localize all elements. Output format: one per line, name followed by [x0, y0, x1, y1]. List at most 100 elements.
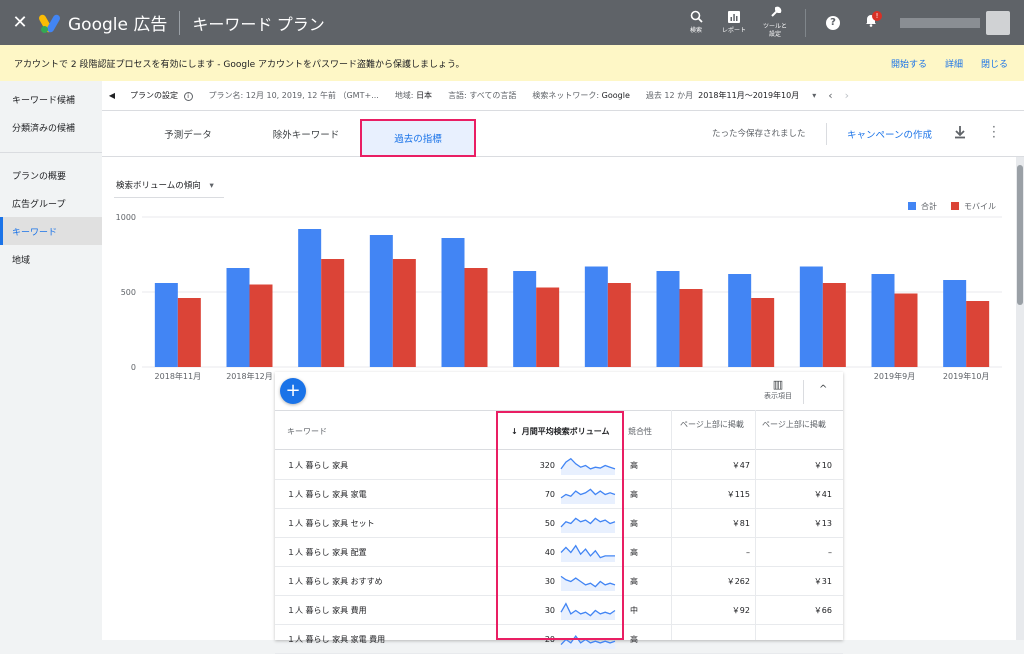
keyword-cell: １人 暮らし 家具 セット: [287, 519, 375, 528]
competition-cell: 中: [630, 606, 638, 615]
bid-low-cell: ￥262: [726, 577, 750, 586]
tools-label-2: 設定: [768, 31, 781, 38]
competition-cell: 高: [630, 461, 638, 470]
region-label: 地域:: [394, 91, 414, 100]
notice-details-link[interactable]: 詳細: [945, 57, 963, 70]
more-vert-icon[interactable]: · · ·: [992, 121, 996, 143]
search-icon: [677, 10, 715, 27]
table-header: キーワード ↓ 月間平均検索ボリューム 競合性 ページ上部に掲載 ページ上部に掲…: [275, 410, 843, 450]
header-top-bid-high[interactable]: ページ上部に掲載: [762, 411, 843, 451]
scrollbar-thumb[interactable]: [1017, 165, 1023, 305]
columns-button-label: 表示項目: [764, 392, 792, 400]
tools-settings[interactable]: ツールと 設定: [753, 6, 797, 39]
x-tick-label: 2018年12月: [226, 371, 273, 381]
region-setting[interactable]: 地域: 日本: [387, 90, 440, 101]
bar-mobile: [536, 287, 560, 367]
trend-dropdown-underline: [114, 197, 224, 198]
sparkline-area: [561, 545, 615, 562]
plan-name[interactable]: プラン名: 12月 10, 2019, 12 午前 （GMT+...: [201, 90, 387, 101]
collapse-arrow-icon[interactable]: ◀: [102, 91, 122, 100]
keyword-cell: １人 暮らし 家具: [287, 461, 349, 470]
notice-close-link[interactable]: 閉じる: [981, 57, 1008, 70]
notice-text: アカウントで 2 段階認証プロセスを有効にします - Google アカウントを…: [14, 59, 465, 70]
google-ads-logo[interactable]: Google 広告: [37, 10, 167, 35]
header-competition[interactable]: 競合性: [628, 411, 652, 451]
bar-total: [871, 274, 895, 367]
table-row[interactable]: １人 暮らし 家具 おすすめ 30 高 ￥262 ￥31: [275, 567, 843, 596]
network-setting[interactable]: 検索ネットワーク: Google: [524, 90, 637, 101]
bar-mobile: [751, 298, 775, 367]
close-icon[interactable]: ✕: [0, 12, 40, 33]
trend-sparkline: [560, 457, 616, 475]
bid-low-cell: –: [746, 548, 750, 557]
sidebar-item-ad-groups[interactable]: 広告グループ: [0, 189, 102, 217]
title-divider: [179, 10, 181, 35]
sidebar-item-locations[interactable]: 地域: [0, 245, 102, 273]
bar-total: [943, 280, 967, 367]
add-keyword-button[interactable]: +: [280, 378, 306, 404]
table-row[interactable]: １人 暮らし 家具 セット 50 高 ￥81 ￥13: [275, 509, 843, 538]
bar-total: [298, 229, 322, 367]
bar-mobile: [894, 293, 918, 367]
plan-settings-bar: ◀ プランの設定 i プラン名: 12月 10, 2019, 12 午前 （GM…: [102, 81, 1024, 111]
sort-arrow-icon: ↓: [511, 426, 518, 436]
report-tool[interactable]: レポート: [715, 10, 753, 35]
sidebar-item-grouped-ideas[interactable]: 分類済みの候補: [0, 113, 102, 141]
bar-total: [154, 283, 178, 367]
create-campaign-button[interactable]: キャンペーンの作成: [847, 127, 932, 141]
bar-mobile: [966, 301, 990, 367]
notifications-button[interactable]: !: [852, 11, 890, 31]
table-row[interactable]: １人 暮らし 家具 費用 30 中 ￥92 ￥66: [275, 596, 843, 625]
date-range-picker[interactable]: 過去 12 か月 2018年11月～2019年10月 ▾: [638, 90, 824, 101]
saved-status: たった今保存されました: [712, 129, 806, 139]
help-button[interactable]: ?: [814, 15, 852, 30]
prev-period-icon[interactable]: ‹: [828, 89, 832, 102]
download-icon[interactable]: [954, 124, 966, 143]
language-setting[interactable]: 言語: すべての言語: [440, 90, 524, 101]
info-icon: i: [183, 92, 193, 101]
collapse-chevron-icon[interactable]: ^: [819, 384, 827, 395]
columns-button[interactable]: ▥ 表示項目: [758, 378, 798, 401]
table-row[interactable]: １人 暮らし 家具 320 高 ￥47 ￥10: [275, 451, 843, 480]
bar-mobile: [177, 298, 201, 367]
plan-settings-label: プランの設定: [130, 91, 178, 100]
bid-high-cell: ￥66: [813, 606, 832, 615]
bar-total: [369, 235, 393, 367]
competition-cell: 高: [630, 519, 638, 528]
trend-sparkline: [560, 634, 616, 649]
bar-total: [656, 271, 680, 367]
bar-total: [441, 238, 465, 367]
bar-mobile: [607, 283, 631, 367]
header-keyword[interactable]: キーワード: [287, 411, 327, 451]
next-period-icon[interactable]: ›: [845, 89, 849, 102]
bar-mobile: [321, 259, 345, 367]
search-tool-label: 検索: [689, 27, 702, 34]
columns-icon: ▥: [772, 378, 784, 391]
header-monthly-volume[interactable]: ↓ 月間平均検索ボリューム: [511, 411, 609, 451]
table-row[interactable]: １人 暮らし 家具 家電 70 高 ￥115 ￥41: [275, 480, 843, 509]
toolbar-divider-vertical: [803, 380, 804, 404]
sidebar-item-plan-overview[interactable]: プランの概要: [0, 161, 102, 189]
search-tool[interactable]: 検索: [677, 10, 715, 35]
bar-mobile: [679, 289, 703, 367]
tab-negative-keywords[interactable]: 除外キーワード: [252, 111, 360, 157]
sidebar-item-keywords[interactable]: キーワード: [0, 217, 102, 245]
bar-total: [799, 266, 823, 367]
table-row[interactable]: １人 暮らし 家具 配置 40 高 – –: [275, 538, 843, 567]
y-tick-label: 0: [131, 363, 136, 372]
wrench-icon: [753, 6, 797, 23]
tab-forecast[interactable]: 予測データ: [124, 111, 252, 157]
tab-historical-metrics[interactable]: 過去の指標: [360, 119, 476, 157]
bid-high-cell: –: [828, 548, 832, 557]
header-top-bid-low[interactable]: ページ上部に掲載: [680, 411, 744, 451]
bar-total: [584, 266, 608, 367]
plan-settings[interactable]: プランの設定 i: [122, 90, 201, 101]
competition-cell: 高: [630, 577, 638, 586]
region-value: 日本: [416, 91, 433, 100]
avatar[interactable]: [986, 10, 1010, 35]
trend-dropdown[interactable]: 検索ボリュームの傾向 ▾: [116, 179, 214, 191]
date-range-value: 2018年11月～2019年10月: [698, 91, 800, 100]
notice-start-link[interactable]: 開始する: [891, 57, 927, 70]
sidebar-item-keyword-ideas[interactable]: キーワード候補: [0, 85, 102, 113]
volume-cell: 320: [539, 461, 555, 470]
